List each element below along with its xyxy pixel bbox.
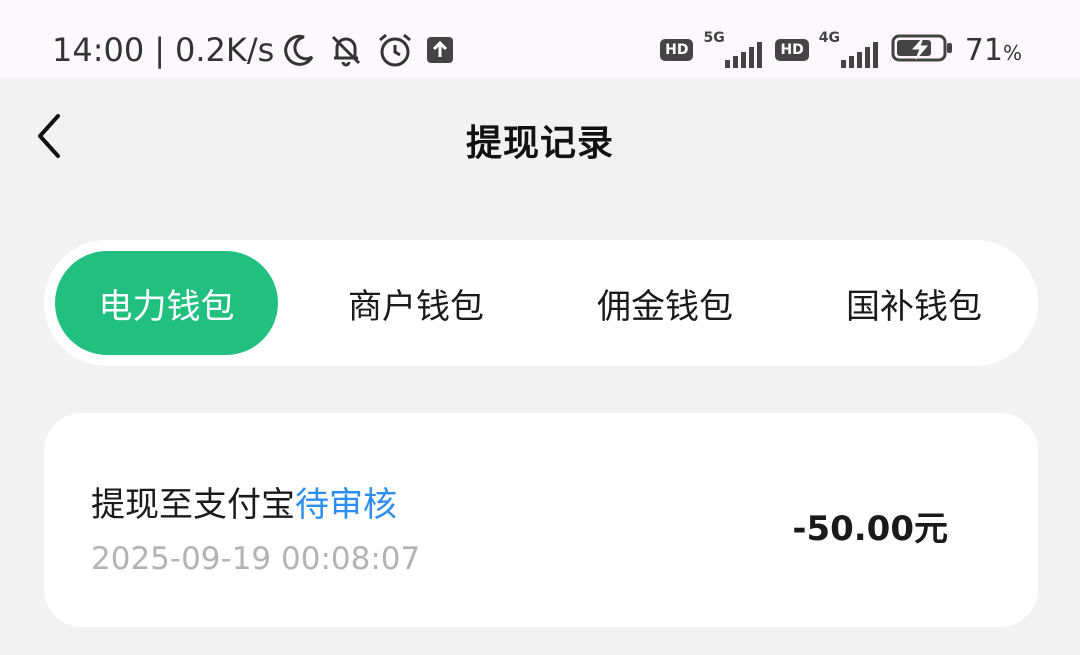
record-title: 提现至支付宝待审核 [91,477,397,526]
tab-commission-wallet[interactable]: 佣金钱包 [553,251,777,355]
signal-icon [725,42,763,68]
upload-icon [426,36,454,64]
record-time: 2025-09-19 00:08:07 [91,541,421,577]
status-separator: | [154,31,165,69]
withdrawal-record-item[interactable]: 提现至支付宝待审核 2025-09-19 00:08:07 -50.00元 [44,413,1038,627]
bell-off-icon [328,32,364,68]
record-status: 待审核 [295,485,397,525]
tab-subsidy-wallet[interactable]: 国补钱包 [802,251,1026,355]
status-bar: 14:00 | 0.2K/s HD 5G HD 4G 71% [0,0,1080,78]
record-amount: -50.00元 [792,509,948,549]
hd-badge-1: HD [660,39,694,61]
network-speed: 0.2K/s [175,31,275,69]
signal-icon [840,42,878,68]
wallet-tabs: 电力钱包 商户钱包 佣金钱包 国补钱包 [44,240,1038,366]
battery-charging-icon [891,33,955,67]
tab-merchant-wallet[interactable]: 商户钱包 [304,251,528,355]
page-title: 提现记录 [465,123,614,164]
moon-icon [282,33,316,67]
nav-header: 提现记录 [0,78,1080,198]
battery-percentage: 71% [964,32,1022,68]
tab-electric-wallet[interactable]: 电力钱包 [55,251,278,355]
status-bar-left: 14:00 | 0.2K/s [52,28,454,72]
network-4g: 4G [819,30,881,68]
network-5g: 5G [703,30,765,68]
status-time: 14:00 [52,31,145,69]
record-title-text: 提现至支付宝 [91,485,295,525]
alarm-icon [376,31,414,69]
hd-badge-2: HD [775,39,809,61]
status-bar-right: HD 5G HD 4G 71% [660,28,1022,72]
